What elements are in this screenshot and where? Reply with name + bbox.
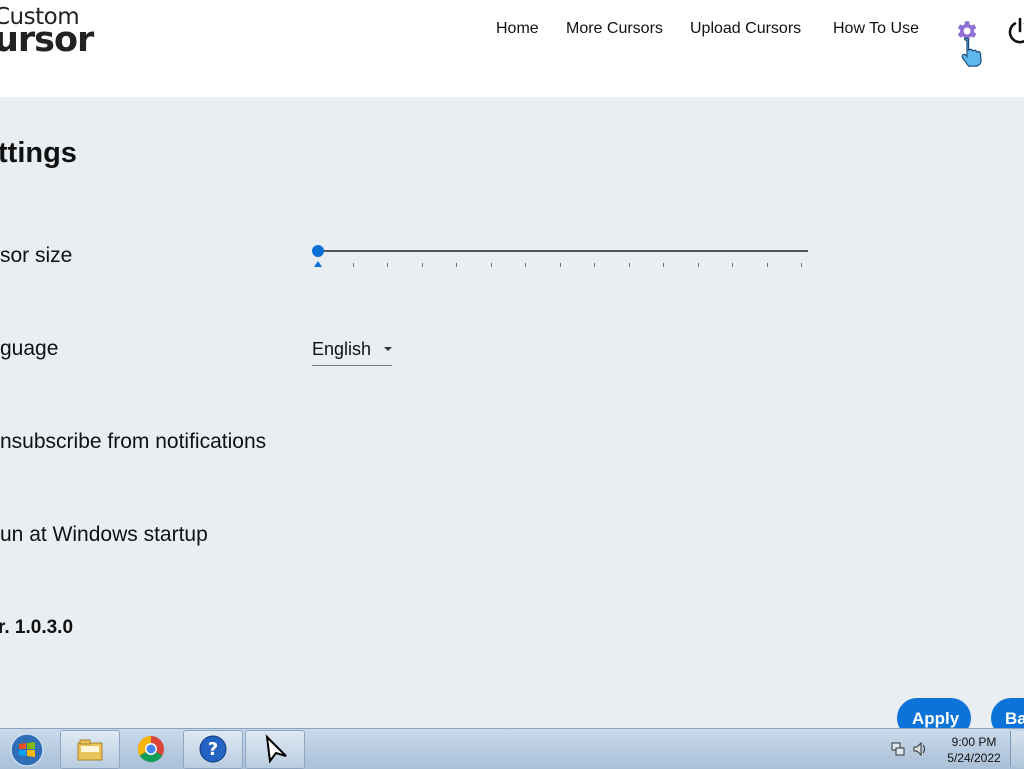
windows-start-icon[interactable] [3,731,51,767]
slider-tick [698,263,699,267]
slider-tick [629,263,630,267]
system-tray[interactable] [890,739,930,759]
taskbar-help[interactable]: ? [183,730,243,769]
network-icon [891,742,905,756]
version-text: r. 1.0.3.0 [0,617,74,638]
language-select[interactable]: English [312,335,392,366]
slider-track[interactable] [318,250,808,252]
run-startup-label: un at Windows startup [0,523,208,546]
nav-upload-cursors[interactable]: Upload Cursors [690,20,801,38]
nav-home[interactable]: Home [496,20,539,38]
slider-tick-marker [314,261,322,267]
unsubscribe-label: nsubscribe from notifications [0,430,267,453]
cursor-app-icon [265,734,287,764]
slider-tick [732,263,733,267]
language-label: guage [0,337,59,360]
apply-button-label: Apply [912,709,960,728]
slider-tick [767,263,768,267]
clock-date: 5/24/2022 [947,751,1001,765]
cursor-size-label: sor size [0,244,73,267]
taskbar: ? 9:00 PM 5/24/2022 [0,728,1024,769]
clock[interactable]: 9:00 PM 5/24/2022 [940,734,1008,766]
language-value: English [312,339,372,359]
slider-tick [422,263,423,267]
svg-text:?: ? [208,739,218,760]
cursor-size-slider[interactable] [312,244,812,274]
page-title: ttings [0,137,77,169]
slider-tick [560,263,561,267]
show-desktop-button[interactable] [1010,731,1024,767]
clock-time: 9:00 PM [951,735,997,749]
taskbar-chrome[interactable] [121,730,181,769]
logo-line-2: ursor [0,20,94,60]
taskbar-explorer[interactable] [60,730,120,769]
chrome-icon [137,735,164,763]
power-icon[interactable] [1005,16,1024,46]
slider-tick [525,263,526,267]
speaker-icon [913,741,925,757]
slider-tick [456,263,457,267]
logo[interactable]: Custom ursor [0,2,104,62]
back-button-label: Ba [1005,709,1024,728]
chevron-down-icon [384,347,392,351]
slider-thumb[interactable] [312,245,324,257]
slider-tick [594,263,595,267]
taskbar-custom-cursor[interactable] [245,730,305,769]
help-icon: ? [199,735,227,763]
hand-pointer-icon [961,37,982,67]
slider-tick [663,263,664,267]
slider-tick [387,263,388,267]
folder-icon [77,739,103,761]
nav-how-to-use[interactable]: How To Use [833,20,919,38]
slider-tick [801,263,802,267]
slider-tick [353,263,354,267]
slider-tick [491,263,492,267]
app-header: Custom ursor Home More Cursors Upload Cu… [0,0,1024,97]
nav-more-cursors[interactable]: More Cursors [566,20,663,38]
